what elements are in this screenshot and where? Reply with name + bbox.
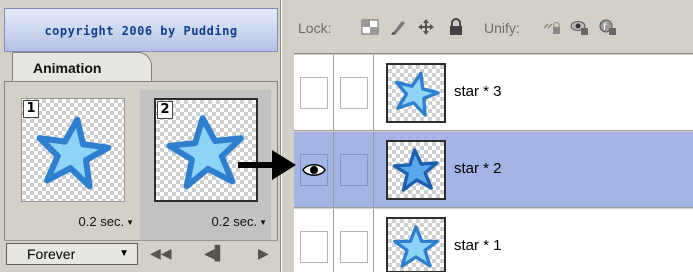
link-box: [340, 231, 368, 263]
animation-panel: copyright 2006 by Pudding Animation 1 0.…: [0, 0, 281, 272]
layer-link-toggle[interactable]: [334, 132, 374, 207]
layer-row-star-3[interactable]: star * 3: [294, 55, 693, 131]
frame-thumbnail[interactable]: 1: [21, 98, 125, 202]
visibility-box: [300, 77, 328, 109]
chevron-down-icon: ▼: [259, 218, 267, 228]
star-icon: [392, 148, 439, 192]
layer-thumbnail[interactable]: [386, 140, 446, 200]
unify-style-icon[interactable]: f: [598, 18, 618, 36]
layer-row-star-2[interactable]: star * 2: [294, 132, 693, 208]
frame-delay-value: 0.2 sec.: [78, 214, 125, 229]
frame-number: 2: [157, 101, 173, 119]
layer-name[interactable]: star * 1: [454, 237, 502, 254]
layers-panel: Lock: Unify: f star * 3 star * 2 star * …: [282, 0, 693, 272]
play-icon[interactable]: ▶: [258, 244, 269, 264]
brush-icon[interactable]: [388, 18, 408, 36]
layer-name[interactable]: star * 2: [454, 160, 502, 177]
frame-delay-select[interactable]: 0.2 sec. ▼: [212, 214, 267, 229]
layer-name[interactable]: star * 3: [454, 83, 502, 100]
star-icon: [395, 71, 440, 117]
chevron-down-icon: ▼: [119, 248, 129, 259]
first-frame-icon[interactable]: ◀◀: [150, 244, 172, 264]
padlock-icon[interactable]: [446, 18, 466, 36]
layer-row-star-1[interactable]: star * 1: [294, 209, 693, 272]
star-icon: [393, 225, 439, 268]
chevron-down-icon: ▼: [126, 218, 134, 228]
link-box: [340, 154, 368, 186]
layer-link-toggle[interactable]: [334, 55, 374, 130]
animation-controls: Forever ▼ ◀◀ ◀▌ ▶: [4, 240, 278, 268]
link-box: [340, 77, 368, 109]
copyright-watermark: copyright 2006 by Pudding: [4, 8, 278, 52]
layer-visibility-toggle[interactable]: [294, 55, 334, 130]
frame-delay-value: 0.2 sec.: [211, 214, 258, 229]
layer-visibility-toggle[interactable]: [294, 132, 334, 207]
layer-thumbnail[interactable]: [386, 217, 446, 272]
frame-delay-select[interactable]: 0.2 sec. ▼: [79, 214, 134, 229]
previous-frame-icon[interactable]: ◀▌: [204, 244, 226, 264]
unify-label: Unify:: [484, 20, 520, 36]
tab-animation[interactable]: Animation: [12, 52, 152, 82]
lock-label: Lock:: [298, 20, 332, 36]
layer-visibility-toggle[interactable]: [294, 209, 334, 272]
visibility-box: [300, 231, 328, 263]
eye-icon: [302, 164, 326, 176]
svg-text:f: f: [603, 22, 607, 33]
animation-frame-1[interactable]: 1 0.2 sec. ▼: [7, 90, 138, 242]
unify-position-icon[interactable]: [542, 18, 562, 36]
layer-link-toggle[interactable]: [334, 209, 374, 272]
frame-number: 1: [23, 100, 39, 118]
loop-options-dropdown[interactable]: Forever ▼: [6, 243, 138, 265]
layers-toolbar: Lock: Unify: f: [294, 0, 693, 54]
pointer-arrow: [238, 150, 296, 180]
checker-lock-icon[interactable]: [360, 18, 380, 36]
layer-thumbnail[interactable]: [386, 63, 446, 123]
unify-visibility-icon[interactable]: [570, 18, 590, 36]
move-icon[interactable]: [416, 18, 436, 36]
loop-option-value: Forever: [27, 246, 76, 262]
